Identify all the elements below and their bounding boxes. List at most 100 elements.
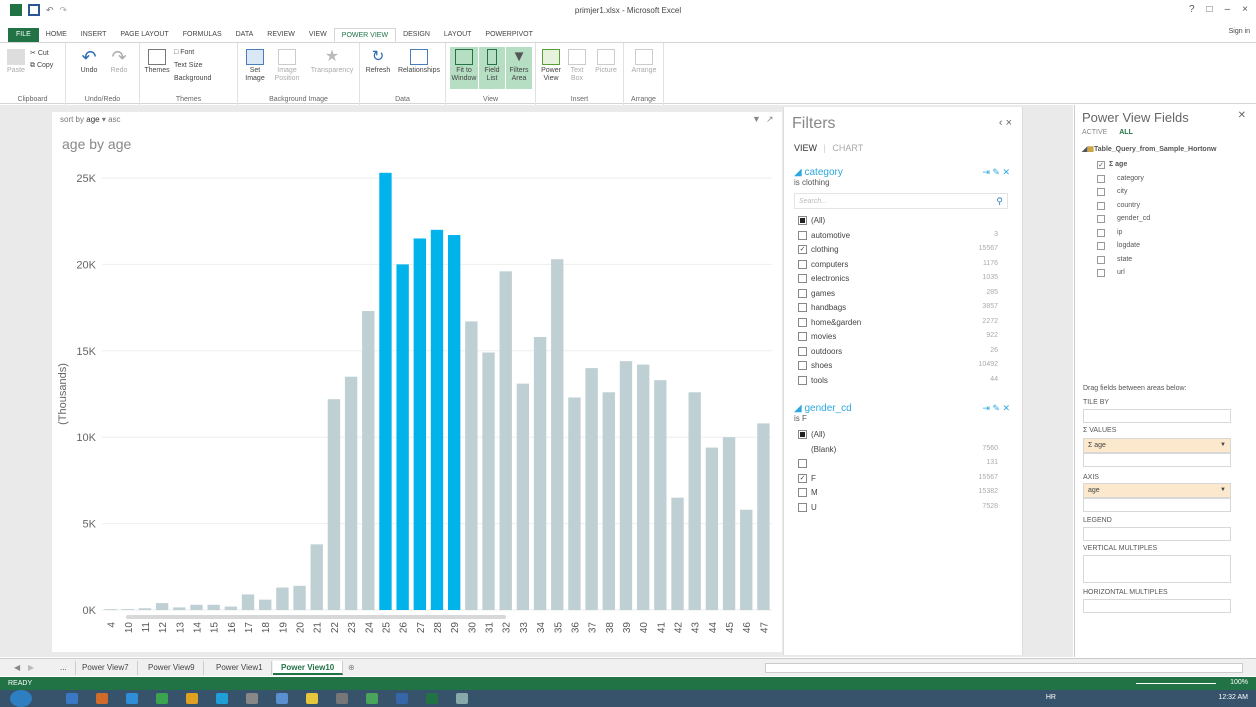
tab-page-layout[interactable]: PAGE LAYOUT xyxy=(113,28,175,42)
tile-by-zone[interactable] xyxy=(1083,409,1231,423)
bar-15[interactable] xyxy=(207,604,220,610)
category-filter-item[interactable]: electronics 1035 xyxy=(798,273,998,287)
checkbox[interactable] xyxy=(798,361,807,370)
ribbon-display-button[interactable]: □ xyxy=(1207,4,1213,15)
app-icon[interactable] xyxy=(156,693,168,704)
bar-23[interactable] xyxy=(344,376,358,610)
sign-in-link[interactable]: Sign in xyxy=(1229,28,1250,35)
table-node[interactable]: ◢▦Table_Query_from_Sample_Hortonw xyxy=(1082,145,1216,153)
app-icon[interactable] xyxy=(336,693,348,704)
sheet-tab[interactable]: Power View1 xyxy=(208,661,272,675)
relationships-button[interactable]: Relationships xyxy=(394,49,444,75)
word-icon[interactable] xyxy=(396,693,408,704)
axis-zone[interactable]: age ▼ xyxy=(1083,483,1231,498)
bar-10[interactable] xyxy=(121,609,134,610)
bar-4[interactable] xyxy=(104,609,117,610)
bar-47[interactable] xyxy=(757,423,770,610)
paste-button[interactable]: Paste xyxy=(6,49,26,75)
cut-button[interactable]: ✂ Cut xyxy=(30,49,49,57)
category-filter-item[interactable]: handbags 3857 xyxy=(798,302,998,316)
delete-filter-icon[interactable]: ✕ xyxy=(1002,167,1010,177)
checkbox[interactable] xyxy=(1097,174,1105,183)
eraser-icon[interactable]: ✎ xyxy=(992,167,1000,177)
close-icon[interactable]: ✕ xyxy=(1238,110,1246,121)
text-size-button[interactable]: Text Size xyxy=(174,62,202,69)
category-filter-item[interactable]: tools 44 xyxy=(798,375,998,389)
themes-button[interactable]: Themes xyxy=(144,49,170,75)
checkbox[interactable] xyxy=(798,303,807,312)
start-button[interactable] xyxy=(10,690,32,707)
bar-20[interactable] xyxy=(293,585,306,610)
sort-field[interactable]: age xyxy=(86,115,99,124)
category-filter-item[interactable]: shoes 10492 xyxy=(798,360,998,374)
bar-36[interactable] xyxy=(568,397,581,610)
tab-power-view[interactable]: POWER VIEW xyxy=(333,28,397,42)
bar-27[interactable] xyxy=(413,238,427,610)
copy-button[interactable]: ⧉ Copy xyxy=(30,62,53,70)
bar-17[interactable] xyxy=(241,594,255,610)
tab-view[interactable]: VIEW xyxy=(302,28,334,42)
checkbox[interactable] xyxy=(798,459,807,468)
text-box-button[interactable]: Text Box xyxy=(566,49,588,83)
app-icon[interactable] xyxy=(246,693,258,704)
values-drop-area[interactable] xyxy=(1083,453,1231,467)
sort-direction[interactable]: asc xyxy=(108,115,120,124)
bar-25[interactable] xyxy=(379,172,392,611)
bar-16[interactable] xyxy=(224,606,238,610)
sheet-tab-active[interactable]: Power View10 xyxy=(273,661,344,675)
pop-out-icon[interactable]: ↗ xyxy=(766,114,774,125)
tab-home[interactable]: HOME xyxy=(39,28,74,42)
help-button[interactable]: ? xyxy=(1189,4,1195,15)
tab-all[interactable]: ALL xyxy=(1119,129,1133,136)
search-icon[interactable]: ⚲ xyxy=(996,196,1003,207)
checkbox[interactable] xyxy=(798,274,807,283)
chrome-icon[interactable] xyxy=(186,693,198,704)
power-view-button[interactable]: Power View xyxy=(540,49,562,83)
sheet-tab[interactable]: Power View9 xyxy=(140,661,204,675)
bar-21[interactable] xyxy=(310,544,323,610)
app-icon[interactable] xyxy=(456,693,468,704)
bar-26[interactable] xyxy=(396,264,409,610)
field-list-button[interactable]: Field List xyxy=(479,47,505,89)
dropdown-arrow-icon[interactable]: ▼ xyxy=(1220,487,1226,493)
bar-42[interactable] xyxy=(671,497,684,610)
checkbox[interactable] xyxy=(798,259,807,269)
bar-44[interactable] xyxy=(705,447,719,610)
dropdown-arrow-icon[interactable]: ▼ xyxy=(1220,442,1226,448)
bar-46[interactable] xyxy=(740,509,753,610)
checkbox[interactable] xyxy=(1097,242,1105,250)
bar-14[interactable] xyxy=(190,604,203,610)
undo-button[interactable]: ↶ Undo xyxy=(78,48,100,75)
bar-22[interactable] xyxy=(327,399,341,610)
horizontal-scrollbar[interactable] xyxy=(765,663,1243,673)
zoom-level[interactable]: 100% xyxy=(1230,679,1248,686)
bar-chart[interactable]: 0K 5K 10K 15K 20K 25K (Thousands) 4 10 11 12 13 14 15… xyxy=(52,160,777,645)
checkbox[interactable] xyxy=(798,375,807,385)
bar-45[interactable] xyxy=(722,437,736,610)
explorer-icon[interactable] xyxy=(66,693,78,704)
tab-layout[interactable]: LAYOUT xyxy=(437,28,479,42)
checkbox[interactable]: ✓ xyxy=(1097,161,1105,169)
category-filter-item[interactable]: automotive 3 xyxy=(798,230,998,244)
bar-19[interactable] xyxy=(276,587,289,610)
new-sheet-icon[interactable]: ⊕ xyxy=(340,661,363,675)
language-indicator[interactable]: HR xyxy=(1046,694,1056,701)
advanced-filter-icon[interactable]: ⇥ xyxy=(982,167,990,177)
values-zone[interactable]: Σ age ▼ xyxy=(1083,438,1231,453)
tab-filter-chart[interactable]: CHART xyxy=(832,143,863,153)
advanced-filter-icon[interactable]: ⇥ xyxy=(982,403,990,413)
bar-40[interactable] xyxy=(636,364,650,610)
app-icon[interactable] xyxy=(276,693,288,704)
close-button[interactable]: × xyxy=(1242,4,1248,15)
category-filter-item[interactable]: ✓ clothing 15567 xyxy=(798,244,998,258)
collapse-icon[interactable]: ◢ xyxy=(794,167,802,178)
checkbox[interactable] xyxy=(798,332,807,341)
bar-11[interactable] xyxy=(138,608,152,610)
tab-data[interactable]: DATA xyxy=(229,28,261,42)
gender-filter-item[interactable]: M 15382 xyxy=(798,487,998,501)
delete-filter-icon[interactable]: ✕ xyxy=(1002,403,1010,413)
sheet-tab-more[interactable]: ... xyxy=(52,661,76,675)
zoom-slider[interactable] xyxy=(1136,683,1216,684)
app-icon[interactable] xyxy=(96,693,108,704)
category-filter-item[interactable]: games 285 xyxy=(798,288,998,302)
